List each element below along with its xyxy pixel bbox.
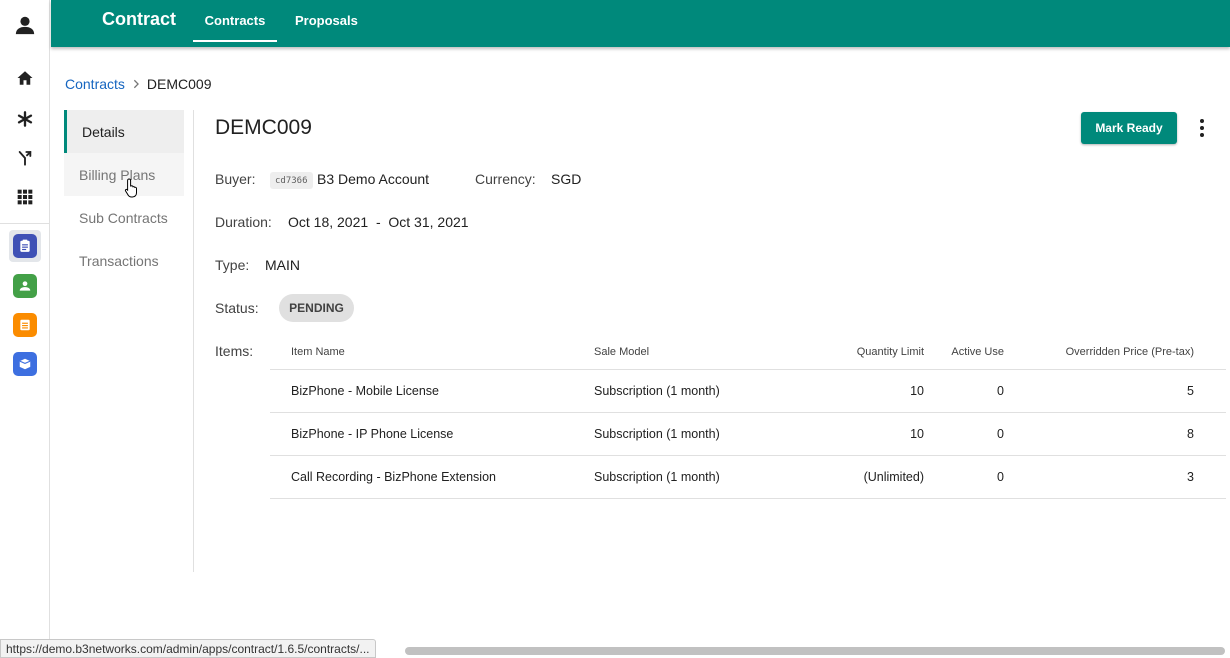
- cell-overridden-price: 3: [1004, 455, 1226, 499]
- status-badge: PENDING: [279, 294, 354, 322]
- column-header-quantity-limit[interactable]: Quantity Limit: [784, 336, 924, 370]
- mark-ready-button[interactable]: Mark Ready: [1081, 112, 1177, 144]
- cell-active-use: 0: [924, 455, 1004, 499]
- breadcrumb-current: DEMC009: [146, 76, 212, 92]
- cell-quantity-limit: 10: [784, 369, 924, 413]
- home-icon[interactable]: [0, 63, 50, 93]
- duration-value: Oct 18, 2021 - Oct 31, 2021: [288, 214, 469, 230]
- cell-active-use: 0: [924, 412, 1004, 456]
- type-value: MAIN: [265, 257, 300, 273]
- cell-overridden-price: 8: [1004, 412, 1226, 456]
- cell-quantity-limit: 10: [784, 412, 924, 456]
- cell-overridden-price: 5: [1004, 369, 1226, 413]
- sidenav-item-details[interactable]: Details: [64, 110, 184, 153]
- people-app-icon[interactable]: [0, 271, 50, 301]
- breadcrumb: Contracts DEMC009: [65, 76, 212, 92]
- cell-item-name: Call Recording - BizPhone Extension: [270, 455, 594, 499]
- user-icon[interactable]: [0, 10, 50, 40]
- asterisk-icon[interactable]: [0, 104, 50, 134]
- apps-grid-icon[interactable]: [0, 182, 50, 212]
- top-bar: Contract Contracts Proposals: [51, 0, 1230, 47]
- table-row[interactable]: BizPhone - Mobile License Subscription (…: [270, 369, 1226, 413]
- currency-label: Currency:: [475, 171, 536, 187]
- currency-value: SGD: [551, 171, 582, 187]
- more-vert-icon[interactable]: [1192, 116, 1212, 140]
- items-table: Item Name Sale Model Quantity Limit Acti…: [270, 336, 1226, 499]
- browser-status-url: https://demo.b3networks.com/admin/apps/c…: [0, 639, 376, 658]
- tab-contracts[interactable]: Contracts: [193, 13, 277, 42]
- cell-sale-model: Subscription (1 month): [594, 412, 784, 456]
- notes-app-icon[interactable]: [0, 310, 50, 340]
- buyer-code-chip: cd7366: [270, 172, 313, 189]
- cell-item-name: BizPhone - IP Phone License: [270, 412, 594, 456]
- chevron-right-icon: [131, 77, 141, 92]
- column-header-overridden-price[interactable]: Overridden Price (Pre-tax): [1004, 336, 1226, 370]
- duration-label: Duration:: [215, 214, 272, 230]
- cell-quantity-limit: (Unlimited): [784, 455, 924, 499]
- buyer-label: Buyer:: [215, 171, 256, 187]
- table-row[interactable]: Call Recording - BizPhone Extension Subs…: [270, 455, 1226, 499]
- column-header-item-name[interactable]: Item Name: [270, 336, 594, 370]
- page-title: DEMC009: [215, 116, 312, 139]
- content-divider: [193, 110, 194, 572]
- contract-app-icon[interactable]: [0, 231, 50, 261]
- cell-active-use: 0: [924, 369, 1004, 413]
- buyer-name: B3 Demo Account: [317, 171, 430, 187]
- tab-proposals[interactable]: Proposals: [295, 13, 358, 40]
- app-title: Contract: [102, 9, 177, 29]
- cell-item-name: BizPhone - Mobile License: [270, 369, 594, 413]
- table-header-row: Item Name Sale Model Quantity Limit Acti…: [270, 336, 1226, 370]
- type-label: Type:: [215, 257, 250, 273]
- cell-sale-model: Subscription (1 month): [594, 455, 784, 499]
- box-app-icon[interactable]: [0, 349, 50, 379]
- status-label: Status:: [215, 300, 259, 316]
- app-rail: [0, 0, 50, 658]
- table-row[interactable]: BizPhone - IP Phone License Subscription…: [270, 412, 1226, 456]
- cell-sale-model: Subscription (1 month): [594, 369, 784, 413]
- horizontal-scrollbar[interactable]: [405, 647, 1225, 655]
- rail-divider: [0, 223, 50, 224]
- column-header-sale-model[interactable]: Sale Model: [594, 336, 784, 370]
- items-label: Items:: [215, 343, 254, 359]
- merge-icon[interactable]: [0, 143, 50, 173]
- pointer-cursor-icon: [124, 178, 140, 203]
- sidenav-item-transactions[interactable]: Transactions: [64, 239, 184, 282]
- column-header-active-use[interactable]: Active Use: [924, 336, 1004, 370]
- breadcrumb-contracts-link[interactable]: Contracts: [65, 76, 125, 92]
